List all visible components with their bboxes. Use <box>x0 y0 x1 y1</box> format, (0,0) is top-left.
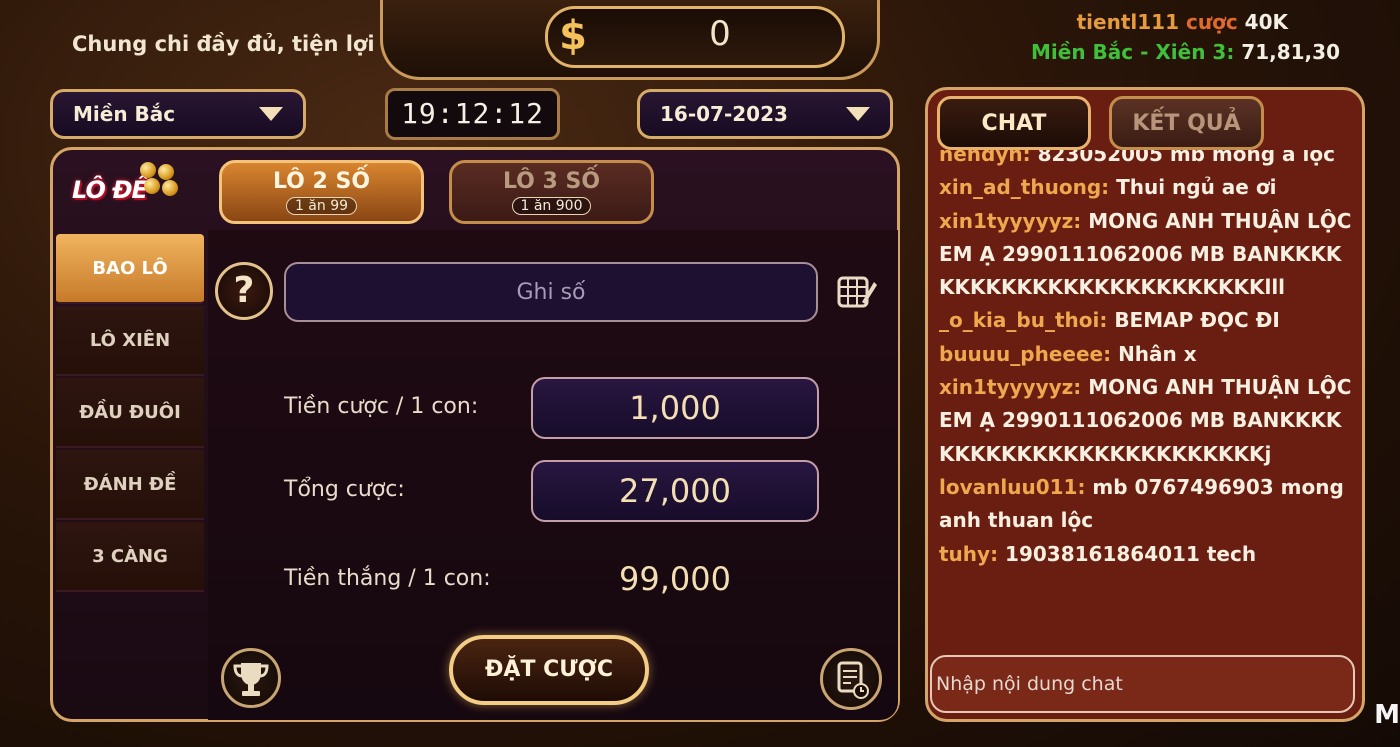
side-item-danh-de[interactable]: ĐÁNH ĐỀ <box>56 450 204 520</box>
chat-text: BEMAP ĐỌC ĐI <box>1114 308 1280 333</box>
chat-message: _o_kia_bu_thoi: BEMAP ĐỌC ĐI <box>939 304 1354 337</box>
clock-display: 19:12:12 <box>385 88 560 140</box>
lode-logo: LÔ ĐỀ <box>70 162 185 212</box>
result-label: Miền Bắc - Xiên 3: <box>1031 40 1235 64</box>
bet-word: cược <box>1185 10 1238 34</box>
tab-ket-qua[interactable]: KẾT QUẢ <box>1109 96 1264 150</box>
side-item-3-cang[interactable]: 3 CÀNG <box>56 522 204 592</box>
total-label: Tổng cược: <box>284 477 405 502</box>
chat-text: 823052005 mb mong a lộc <box>1037 150 1335 166</box>
dollar-icon: $ <box>559 13 587 59</box>
chat-username: buuuu_pheeee: <box>939 341 1112 366</box>
place-bet-button[interactable]: ĐẶT CƯỢC <box>449 635 649 705</box>
chat-username: xin_ad_thuong: <box>939 175 1110 200</box>
bet-username: tientl111 <box>1076 10 1180 34</box>
trophy-icon[interactable] <box>221 648 281 708</box>
result-notice: Miền Bắc - Xiên 3: 71,81,30 <box>1031 40 1340 64</box>
tab-odds: 1 ăn 99 <box>285 197 358 215</box>
date-value: 16-07-2023 <box>660 102 788 126</box>
edge-glyph: M <box>1374 700 1400 730</box>
chat-username: lovanluu011: <box>939 474 1086 499</box>
bet-amount: 40K <box>1244 10 1288 34</box>
bet-per-field[interactable]: 1,000 <box>531 377 819 439</box>
chat-message: xin1tyyyyyz: MONG ANH THUẬN LỘC EM Ạ 299… <box>939 371 1354 471</box>
chat-username: _o_kia_bu_thoi: <box>939 308 1108 333</box>
chat-text: Nhân x <box>1118 341 1197 366</box>
chat-message: xin_ad_thuong: Thui ngủ ae ơi <box>939 171 1354 204</box>
question-icon[interactable]: ? <box>215 262 273 320</box>
chat-username: xin1tyyyyyz: <box>939 375 1082 400</box>
tab-lo-3-so[interactable]: LÔ 3 SỐ 1 ăn 900 <box>449 160 654 224</box>
chat-username: hendyn: <box>939 150 1031 166</box>
total-field: 27,000 <box>531 460 819 522</box>
win-label: Tiền thắng / 1 con: <box>284 566 491 591</box>
chat-username: xin1tyyyyyz: <box>939 208 1082 233</box>
slogan-text: Chung chi đầy đủ, tiện lợi <box>72 32 375 56</box>
edit-grid-icon[interactable] <box>836 272 878 312</box>
triangle-down-icon <box>259 107 283 121</box>
tab-odds: 1 ăn 900 <box>511 197 592 215</box>
chat-message: tuhy: 19038161864011 tech <box>939 538 1354 571</box>
result-numbers: 71,81,30 <box>1241 40 1340 64</box>
win-value: 99,000 <box>619 560 731 598</box>
region-value: Miền Bắc <box>73 102 176 126</box>
triangle-down-icon <box>846 107 870 121</box>
chat-message: lovanluu011: mb 0767496903 mong anh thua… <box>939 471 1354 538</box>
side-item-bao-lo[interactable]: BAO LÔ <box>56 234 204 304</box>
tab-lo-2-so[interactable]: LÔ 2 SỐ 1 ăn 99 <box>219 160 424 224</box>
chat-username: tuhy: <box>939 541 999 566</box>
history-icon[interactable] <box>820 648 882 710</box>
chat-input[interactable] <box>930 655 1355 713</box>
chat-messages: hendyn: 823052005 mb mong a lộc xin_ad_t… <box>935 150 1355 648</box>
balance-value: 0 <box>709 14 731 54</box>
chat-message: hendyn: 823052005 mb mong a lộc <box>939 150 1354 171</box>
tab-label: LÔ 2 SỐ <box>272 169 371 194</box>
chat-message: xin1tyyyyyz: MONG ANH THUẬN LỘC EM Ạ 299… <box>939 205 1354 305</box>
side-item-lo-xien[interactable]: LÔ XIÊN <box>56 306 204 376</box>
bet-notice: tientl111 cược 40K <box>1077 10 1288 34</box>
region-select[interactable]: Miền Bắc <box>50 89 306 139</box>
chat-text: Thui ngủ ae ơi <box>1116 175 1277 200</box>
tab-chat[interactable]: CHAT <box>937 96 1091 150</box>
side-menu: BAO LÔ LÔ XIÊN ĐẦU ĐUÔI ĐÁNH ĐỀ 3 CÀNG <box>56 234 204 594</box>
tab-label: LÔ 3 SỐ <box>502 169 601 194</box>
logo-text: LÔ ĐỀ <box>72 176 148 204</box>
date-select[interactable]: 16-07-2023 <box>637 89 893 139</box>
side-item-dau-duoi[interactable]: ĐẦU ĐUÔI <box>56 378 204 448</box>
number-input[interactable] <box>284 262 818 322</box>
chat-message: buuuu_pheeee: Nhân x <box>939 338 1354 371</box>
bet-per-label: Tiền cược / 1 con: <box>284 394 479 419</box>
chat-text: 19038161864011 tech <box>1005 541 1257 566</box>
